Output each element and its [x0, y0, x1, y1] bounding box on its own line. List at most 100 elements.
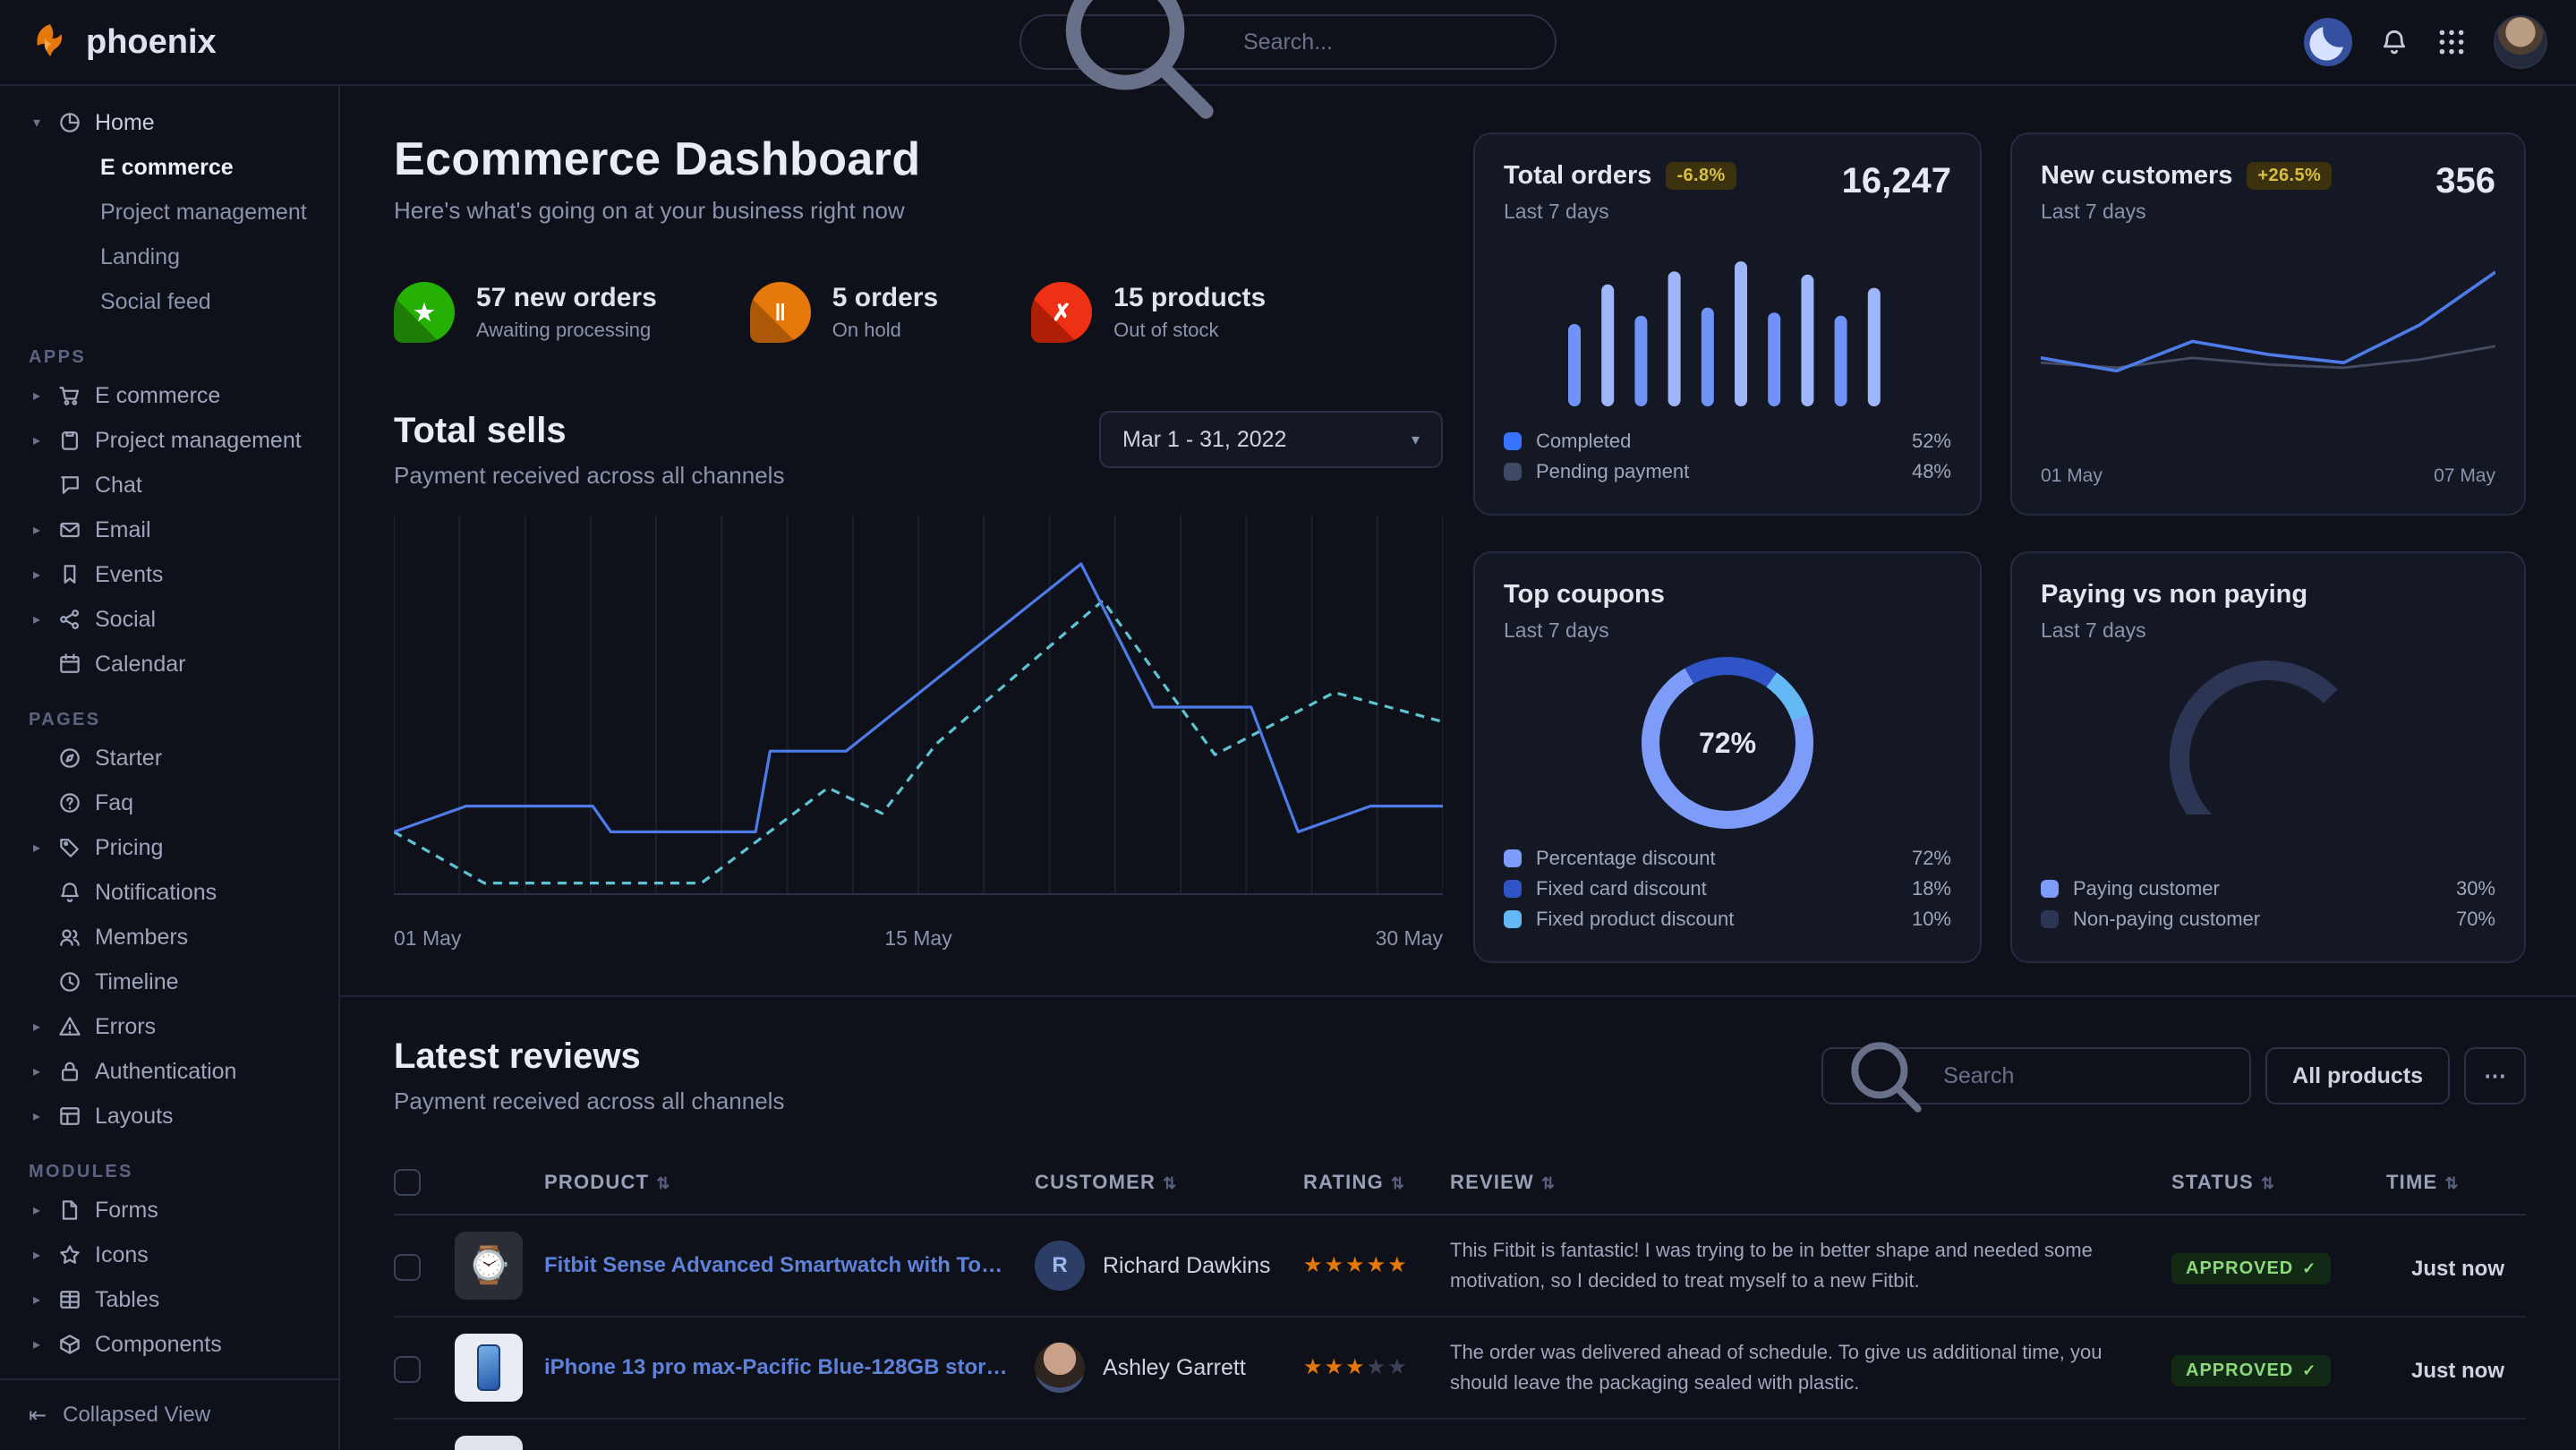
customers-line-chart: [2041, 249, 2495, 421]
phone-icon: [477, 1344, 500, 1391]
chevron-right-icon: ▸: [29, 1018, 45, 1036]
sidebar-item-label: Social: [95, 607, 156, 633]
product-thumbnail[interactable]: [455, 1436, 523, 1450]
sort-icon[interactable]: ⇅: [1163, 1174, 1177, 1192]
sidebar-item-chat[interactable]: Chat: [18, 463, 320, 508]
col-customer[interactable]: CUSTOMER⇅: [1035, 1151, 1303, 1215]
sidebar-subitem-project-management[interactable]: Project management: [18, 190, 320, 235]
card-period: Last 7 days: [1504, 618, 1665, 643]
customer-avatar[interactable]: [1035, 1343, 1085, 1393]
notifications-button[interactable]: [2379, 27, 2410, 57]
user-avatar[interactable]: [2494, 15, 2547, 69]
sidebar-item-calendar[interactable]: Calendar: [18, 642, 320, 687]
sidebar-item-starter[interactable]: Starter: [18, 736, 320, 780]
sort-icon[interactable]: ⇅: [2444, 1174, 2459, 1192]
sidebar-subitem-e-commerce[interactable]: E commerce: [18, 145, 320, 190]
sidebar-item-notifications[interactable]: Notifications: [18, 870, 320, 915]
topbar-actions: [2304, 15, 2547, 69]
sidebar-section-modules: MODULES: [29, 1162, 310, 1182]
col-product[interactable]: PRODUCT⇅: [544, 1151, 1035, 1215]
sidebar-item-authentication[interactable]: ▸Authentication: [18, 1049, 320, 1094]
legend-value: 30%: [2456, 877, 2495, 900]
all-products-button[interactable]: All products: [2265, 1047, 2450, 1105]
page-title: Ecommerce Dashboard: [394, 132, 1443, 186]
page-subtitle: Here's what's going on at your business …: [394, 197, 1443, 225]
product-link[interactable]: Fitbit Sense Advanced Smartwatch with To…: [544, 1253, 1013, 1278]
col-time[interactable]: TIME⇅: [2386, 1151, 2526, 1215]
row-checkbox[interactable]: [394, 1254, 421, 1281]
moon-icon: [2304, 18, 2352, 66]
sidebar-item-label: Email: [95, 517, 151, 543]
col-rating[interactable]: RATING⇅: [1303, 1151, 1450, 1215]
sidebar-item-project-management[interactable]: ▸Project management: [18, 418, 320, 463]
legend-swatch: [2041, 880, 2059, 898]
x-label: 30 May: [1376, 926, 1443, 951]
product-link[interactable]: iPhone 13 pro max-Pacific Blue-128GB sto…: [544, 1355, 1013, 1380]
star-filled-icon: ★: [1387, 1255, 1407, 1276]
sidebar-item-label: Members: [95, 925, 188, 951]
sidebar-item-label: Project management: [95, 428, 302, 454]
star-icon: [57, 1242, 82, 1267]
sidebar-item-forms[interactable]: ▸Forms: [18, 1188, 320, 1232]
row-checkbox[interactable]: [394, 1356, 421, 1383]
chevron-right-icon: ▸: [29, 521, 45, 539]
brand[interactable]: phoenix: [29, 21, 217, 64]
sidebar-item-home[interactable]: ▾Home: [18, 100, 320, 145]
reviews-search-input[interactable]: [1943, 1063, 2231, 1089]
sidebar-subitem-landing[interactable]: Landing: [18, 235, 320, 279]
date-range-select[interactable]: Mar 1 - 31, 2022 ▾: [1099, 411, 1443, 468]
phoenix-logo-icon: [29, 21, 72, 64]
reviews-search[interactable]: [1821, 1047, 2251, 1105]
sidebar-item-label: Notifications: [95, 880, 217, 906]
select-all-checkbox[interactable]: [394, 1169, 421, 1196]
card-new-customers: New customers+26.5% Last 7 days 356 01 M…: [2010, 132, 2526, 516]
sort-icon[interactable]: ⇅: [1541, 1174, 1556, 1192]
sort-icon[interactable]: ⇅: [656, 1174, 670, 1192]
sidebar-item-members[interactable]: Members: [18, 915, 320, 960]
sort-icon[interactable]: ⇅: [2261, 1174, 2275, 1192]
review-row: iPhone 13 pro max-Pacific Blue-128GB sto…: [394, 1317, 2526, 1419]
sidebar-item-faq[interactable]: Faq: [18, 780, 320, 825]
stat-cards-grid: Total orders-6.8% Last 7 days 16,247 Com…: [1473, 132, 2526, 963]
bell-icon: [2379, 27, 2410, 57]
sidebar-item-pricing[interactable]: ▸Pricing: [18, 825, 320, 870]
sidebar-item-tables[interactable]: ▸Tables: [18, 1277, 320, 1322]
product-thumbnail-smartwatch[interactable]: ⌚: [455, 1232, 523, 1300]
sidebar-item-label: Icons: [95, 1242, 149, 1268]
sidebar-item-label: Layouts: [95, 1104, 174, 1130]
sidebar-subitem-social-feed[interactable]: Social feed: [18, 279, 320, 324]
sidebar-item-label: Events: [95, 562, 163, 588]
legend: Percentage discount72% Fixed card discou…: [1504, 843, 1951, 934]
col-review[interactable]: REVIEW⇅: [1450, 1151, 2171, 1215]
sidebar-item-errors[interactable]: ▸Errors: [18, 1004, 320, 1049]
customer-avatar[interactable]: R: [1035, 1241, 1085, 1291]
more-options-button[interactable]: ⋯: [2464, 1047, 2526, 1105]
sidebar-item-timeline[interactable]: Timeline: [18, 960, 320, 1004]
review-row: ⌚ Fitbit Sense Advanced Smartwatch with …: [394, 1215, 2526, 1317]
sidebar-item-label: Components: [95, 1332, 222, 1358]
trend-badge: -6.8%: [1666, 162, 1736, 190]
card-value: 356: [2435, 161, 2495, 201]
collapsed-view-button[interactable]: ⇤ Collapsed View: [0, 1378, 338, 1450]
col-status[interactable]: STATUS⇅: [2171, 1151, 2386, 1215]
help-icon: [57, 790, 82, 815]
sidebar-item-components[interactable]: ▸Components: [18, 1322, 320, 1367]
sidebar-item-e-commerce[interactable]: ▸E commerce: [18, 373, 320, 418]
collapse-icon: ⇤: [29, 1403, 47, 1429]
sidebar-item-icons[interactable]: ▸Icons: [18, 1232, 320, 1277]
legend-label: Completed: [1536, 430, 1631, 453]
x-axis-labels: 01 May 07 May: [2041, 465, 2495, 487]
global-search-input[interactable]: [1243, 30, 1531, 55]
product-thumbnail-iphone[interactable]: [455, 1334, 523, 1402]
sidebar-item-email[interactable]: ▸ Email: [18, 508, 320, 552]
theme-toggle-button[interactable]: [2304, 18, 2352, 66]
sidebar-item-social[interactable]: ▸Social: [18, 597, 320, 642]
legend: Paying customer30% Non-paying customer70…: [2041, 874, 2495, 934]
apps-grid-button[interactable]: [2436, 27, 2467, 57]
chevron-right-icon: ▸: [29, 1062, 45, 1080]
sort-icon[interactable]: ⇅: [1391, 1174, 1405, 1192]
sidebar-item-layouts[interactable]: ▸Layouts: [18, 1094, 320, 1139]
global-search[interactable]: [1019, 14, 1557, 70]
legend-label: Fixed card discount: [1536, 877, 1707, 900]
sidebar-item-events[interactable]: ▸Events: [18, 552, 320, 597]
